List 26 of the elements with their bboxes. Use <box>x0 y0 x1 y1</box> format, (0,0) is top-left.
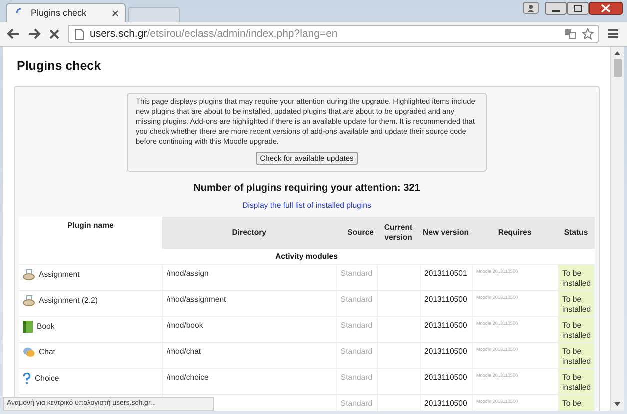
plugins-count-heading: Number of plugins requiring your attention: 321 <box>194 183 420 194</box>
back-icon[interactable] <box>7 28 20 40</box>
scrollbar-thumb[interactable] <box>614 59 622 77</box>
scroll-down-icon[interactable] <box>614 402 621 407</box>
paper-bowl-icon <box>23 295 35 307</box>
star-icon[interactable] <box>582 28 594 40</box>
close-window-icon[interactable] <box>589 2 623 15</box>
stop-icon[interactable] <box>49 28 60 40</box>
paper-bowl-icon <box>23 269 35 281</box>
speech-bubbles-icon <box>23 347 35 358</box>
question-mark-icon <box>23 373 31 385</box>
user-icon[interactable] <box>523 2 539 14</box>
close-tab-icon[interactable] <box>112 10 119 16</box>
scrollbar[interactable] <box>610 47 624 411</box>
maximize-icon[interactable] <box>567 2 589 15</box>
minimize-icon[interactable] <box>545 2 567 15</box>
scroll-up-icon[interactable] <box>614 51 621 56</box>
forward-icon[interactable] <box>28 28 41 40</box>
book-icon <box>23 321 33 333</box>
page-title: Plugins check <box>17 59 102 73</box>
tab-title: Plugins check <box>31 8 87 18</box>
page-icon <box>75 28 84 40</box>
browser-tab[interactable]: Plugins check <box>6 3 126 22</box>
address-bar[interactable]: users.sch.gr/etsirou/eclass/admin/index.php?lang=en <box>68 25 599 43</box>
menu-icon[interactable] <box>607 29 619 39</box>
translate-icon[interactable] <box>565 29 576 39</box>
